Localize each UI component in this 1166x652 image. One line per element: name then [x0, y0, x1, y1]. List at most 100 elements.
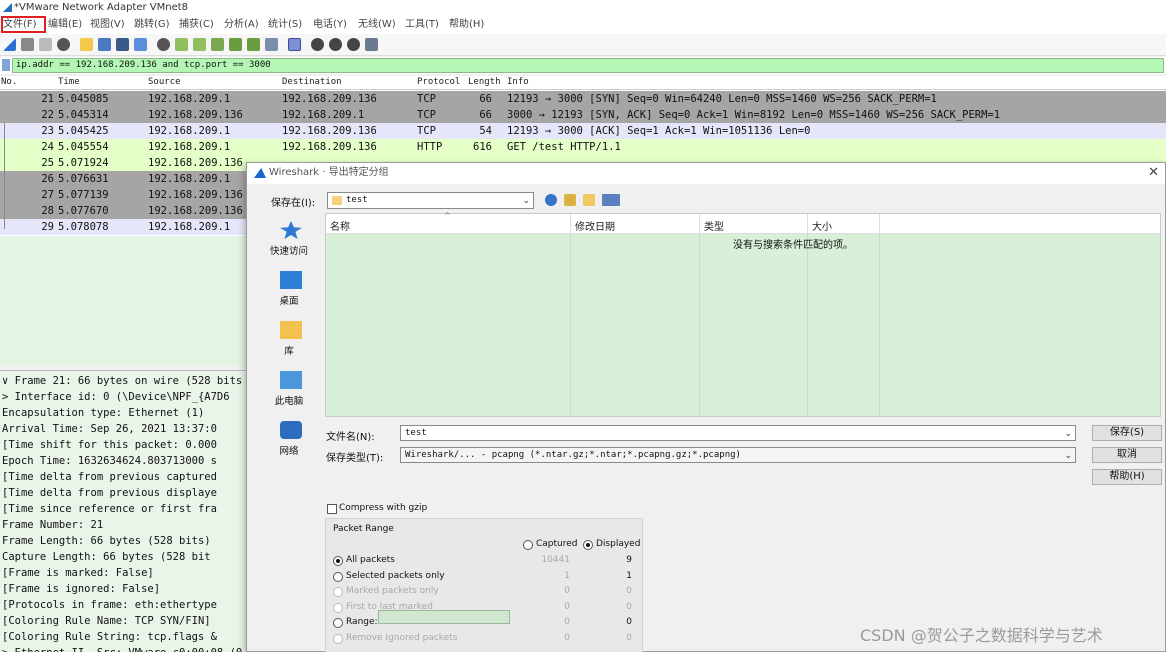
detail-line[interactable]: Frame Length: 66 bytes (528 bits)	[2, 533, 211, 549]
column-modified[interactable]: 修改日期	[575, 218, 615, 233]
detail-line[interactable]: ∨ Frame 21: 66 bytes on wire (528 bits	[2, 373, 242, 389]
autoscroll-icon[interactable]	[265, 38, 278, 51]
column-time[interactable]: Time	[58, 77, 80, 87]
place-quick-access[interactable]: 快速访问	[253, 217, 325, 265]
places-sidebar: 快速访问 桌面 库 此电脑 网络	[253, 213, 325, 503]
save-button[interactable]: 保存(S)	[1092, 425, 1162, 441]
detail-line[interactable]: [Coloring Rule Name: TCP SYN/FIN]	[2, 613, 211, 629]
detail-line[interactable]: Encapsulation type: Ethernet (1)	[2, 405, 204, 421]
save-in-combo[interactable]: test ⌄	[327, 192, 534, 209]
close-file-icon[interactable]	[116, 38, 129, 51]
packet-cell-no: 23	[41, 125, 54, 137]
range-option-radio[interactable]	[333, 571, 343, 582]
bookmark-filter-icon[interactable]	[2, 59, 10, 71]
display-filter-input[interactable]: ip.addr == 192.168.209.136 and tcp.port …	[12, 58, 1164, 73]
capture-options-icon[interactable]	[57, 38, 70, 51]
place-network[interactable]: 网络	[253, 417, 325, 465]
compress-gzip-label: Compress with gzip	[339, 503, 428, 513]
menu-statistics[interactable]: 统计(S)	[268, 18, 302, 32]
zoom-normal-icon[interactable]	[347, 38, 360, 51]
go-to-packet-icon[interactable]	[211, 38, 224, 51]
detail-line[interactable]: [Time since reference or first fra	[2, 501, 217, 517]
go-last-packet-icon[interactable]	[247, 38, 260, 51]
displayed-radio[interactable]	[583, 540, 593, 550]
menu-capture[interactable]: 捕获(C)	[179, 18, 214, 32]
find-packet-icon[interactable]	[157, 38, 170, 51]
go-back-icon[interactable]	[175, 38, 188, 51]
displayed-label: Displayed	[596, 539, 641, 549]
resize-columns-icon[interactable]	[365, 38, 378, 51]
detail-line[interactable]: [Protocols in frame: eth:ethertype	[2, 597, 217, 613]
menu-help[interactable]: 帮助(H)	[449, 18, 484, 32]
reload-file-icon[interactable]	[134, 38, 147, 51]
detail-line[interactable]: [Time delta from previous captured	[2, 469, 217, 485]
detail-line[interactable]: Epoch Time: 1632634624.803713000 s	[2, 453, 217, 469]
filename-input[interactable]: test ⌄	[400, 425, 1076, 441]
place-library[interactable]: 库	[253, 317, 325, 365]
detail-line[interactable]: [Coloring Rule String: tcp.flags &	[2, 629, 217, 645]
detail-line[interactable]: > Interface id: 0 (\Device\NPF_{A7D6	[2, 389, 230, 405]
place-this-pc[interactable]: 此电脑	[253, 367, 325, 415]
packet-cell-proto: HTTP	[417, 141, 443, 153]
menu-analyze[interactable]: 分析(A)	[224, 18, 259, 32]
column-size[interactable]: 大小	[812, 218, 832, 233]
menu-telephony[interactable]: 电话(Y)	[313, 18, 347, 32]
compress-gzip-checkbox[interactable]	[327, 504, 337, 514]
file-list: 名称 ^ 修改日期 类型 大小 没有与搜索条件匹配的项。	[325, 211, 1161, 417]
help-button[interactable]: 帮助(H)	[1092, 469, 1162, 485]
cancel-button[interactable]: 取消	[1092, 447, 1162, 463]
new-folder-icon[interactable]	[583, 194, 595, 206]
range-option-radio[interactable]	[333, 587, 343, 597]
back-icon[interactable]	[545, 194, 557, 206]
range-option-radio[interactable]	[333, 633, 343, 644]
stop-capture-icon[interactable]	[21, 38, 34, 51]
up-folder-icon[interactable]	[564, 194, 576, 206]
zoom-in-icon[interactable]	[311, 38, 324, 51]
start-capture-icon[interactable]	[3, 38, 16, 51]
view-menu-icon[interactable]	[602, 194, 620, 206]
detail-line[interactable]: [Frame is marked: False]	[2, 565, 154, 581]
column-protocol[interactable]: Protocol	[417, 77, 460, 87]
range-option-radio[interactable]	[333, 556, 343, 566]
column-no[interactable]: No.	[1, 77, 17, 87]
detail-line[interactable]: [Frame is ignored: False]	[2, 581, 160, 597]
captured-radio[interactable]	[523, 540, 533, 550]
packet-row[interactable]: 21 5.045085 192.168.209.1 192.168.209.136 TC…	[0, 91, 1166, 107]
packet-cell-len: 66	[479, 93, 492, 105]
range-option-radio[interactable]	[333, 618, 343, 628]
packet-row[interactable]: 24 5.045554 192.168.209.1 192.168.209.136 HT…	[0, 139, 1166, 155]
column-separator	[879, 214, 880, 234]
column-source[interactable]: Source	[148, 77, 181, 87]
column-type[interactable]: 类型	[704, 218, 724, 233]
packet-row[interactable]: 22 5.045314 192.168.209.136 192.168.209.1 TC…	[0, 107, 1166, 123]
detail-line[interactable]: Arrival Time: Sep 26, 2021 13:37:0	[2, 421, 217, 437]
menu-go[interactable]: 跳转(G)	[134, 18, 170, 32]
place-desktop[interactable]: 桌面	[253, 267, 325, 315]
go-forward-icon[interactable]	[193, 38, 206, 51]
detail-line[interactable]: Capture Length: 66 bytes (528 bit	[2, 549, 211, 565]
menu-view[interactable]: 视图(V)	[90, 18, 125, 32]
packet-row[interactable]: 23 5.045425 192.168.209.1 192.168.209.136 TC…	[0, 123, 1166, 139]
save-file-icon[interactable]	[98, 38, 111, 51]
captured-count: 0	[564, 586, 570, 596]
menu-tools[interactable]: 工具(T)	[405, 18, 439, 32]
menu-edit[interactable]: 编辑(E)	[48, 18, 82, 32]
zoom-out-icon[interactable]	[329, 38, 342, 51]
detail-line[interactable]: > Ethernet II, Src: VMware_c0:00:08 (0	[2, 645, 242, 652]
detail-line[interactable]: [Time shift for this packet: 0.000	[2, 437, 217, 453]
filetype-select[interactable]: Wireshark/... - pcapng (*.ntar.gz;*.ntar…	[400, 447, 1076, 463]
column-name[interactable]: 名称	[330, 218, 350, 233]
column-info[interactable]: Info	[507, 77, 529, 87]
open-file-icon[interactable]	[80, 38, 93, 51]
close-icon[interactable]: ✕	[1148, 163, 1159, 183]
range-option-radio[interactable]	[333, 602, 343, 613]
column-length[interactable]: Length	[468, 77, 501, 87]
detail-line[interactable]: Frame Number: 21	[2, 517, 103, 533]
range-input[interactable]	[378, 610, 510, 624]
colorize-icon[interactable]	[288, 38, 301, 51]
menu-wireless[interactable]: 无线(W)	[358, 18, 396, 32]
detail-line[interactable]: [Time delta from previous displaye	[2, 485, 217, 501]
go-first-packet-icon[interactable]	[229, 38, 242, 51]
restart-capture-icon[interactable]	[39, 38, 52, 51]
column-destination[interactable]: Destination	[282, 77, 342, 87]
